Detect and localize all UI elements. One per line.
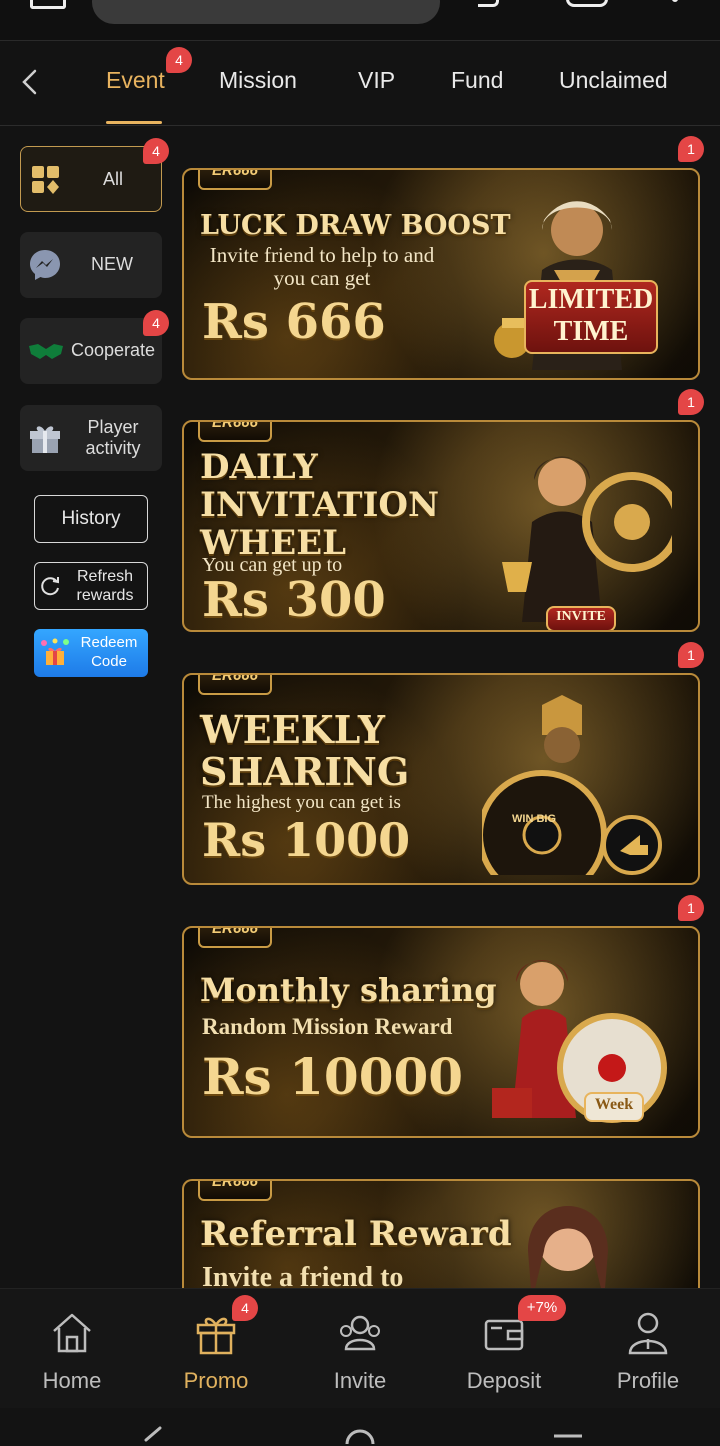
nav-invite[interactable]: Invite — [300, 1309, 420, 1394]
invite-icon — [340, 1315, 380, 1351]
system-back-icon[interactable] — [140, 1426, 164, 1446]
nav-label: Promo — [183, 1368, 249, 1393]
search-bar[interactable] — [92, 0, 440, 24]
gift-box-icon — [30, 426, 60, 453]
deposit-bonus-badge: +7% — [518, 1295, 566, 1321]
win-big-label: WIN BIG — [512, 813, 556, 825]
banner-title: Monthly sharing — [200, 971, 497, 1009]
event-banner-daily-wheel[interactable]: ER666 DAILY INVITATION WHEEL You can get… — [182, 420, 700, 632]
grid-apps-icon — [32, 166, 59, 194]
category-new[interactable]: NEW — [20, 232, 162, 298]
banner-subtitle: Invite friend to help to and you can get — [209, 243, 435, 291]
banner-subtitle: The highest you can get is — [202, 792, 401, 813]
banner-amount: Rs 1000 — [202, 813, 411, 867]
brand-logo: ER666 — [198, 170, 272, 190]
event-banner-weekly-sharing[interactable]: ER666 WEEKLY SHARING The highest you can… — [182, 673, 700, 885]
aviator-woman-illustration — [502, 456, 672, 622]
event-banner-monthly-sharing[interactable]: ER666 Monthly sharing Random Mission Rew… — [182, 926, 700, 1138]
banner-title: LUCK DRAW BOOST — [200, 210, 511, 241]
messenger-icon — [30, 250, 60, 280]
tab-vip[interactable]: VIP — [358, 67, 395, 94]
handshake-icon — [29, 344, 63, 359]
nav-home[interactable]: Home — [12, 1309, 132, 1394]
event-banner-referral[interactable]: ER666 Referral Reward Invite a friend to — [182, 1179, 700, 1289]
category-player-activity[interactable]: Player activity — [20, 405, 162, 471]
home-icon — [53, 1313, 91, 1353]
promo-badge: 4 — [232, 1295, 258, 1321]
menu-grid-icon[interactable] — [30, 0, 66, 9]
nav-profile[interactable]: Profile — [588, 1309, 708, 1394]
banner-title: Referral Reward — [200, 1214, 512, 1254]
brand-logo: ER666 — [198, 928, 272, 948]
active-tab-indicator — [106, 121, 162, 124]
category-label: Cooperate — [70, 340, 156, 360]
nav-label: Invite — [333, 1368, 387, 1393]
banner-title: WEEKLY SHARING — [200, 707, 410, 794]
tab-mission[interactable]: Mission — [219, 67, 297, 94]
banner-badge: 1 — [678, 389, 704, 415]
nav-promo[interactable]: Promo — [156, 1309, 276, 1394]
banner-amount: Rs 10000 — [202, 1047, 464, 1106]
tab-bar: Event 4 Mission VIP Fund Unclaimed — [0, 41, 720, 126]
banner-amount: Rs 666 — [202, 294, 386, 350]
banner-subtitle: Invite a friend to — [202, 1262, 404, 1289]
nav-label: Deposit — [466, 1368, 542, 1393]
search-icon[interactable] — [478, 0, 499, 7]
back-arrow-icon[interactable] — [18, 69, 44, 95]
week-calendar-tag: Week — [584, 1092, 644, 1122]
tab-unclaimed[interactable]: Unclaimed — [559, 67, 668, 94]
category-label: All — [102, 169, 123, 189]
category-cooperate[interactable]: Cooperate — [20, 318, 162, 384]
confetti-gift-icon — [41, 638, 69, 665]
top-bar — [0, 0, 720, 41]
tab-fund[interactable]: Fund — [451, 67, 503, 94]
banner-badge: 1 — [678, 642, 704, 668]
nav-label: Profile — [616, 1368, 680, 1393]
banner-badge: 1 — [678, 895, 704, 921]
banner-amount: Rs 300 — [202, 572, 386, 628]
warrior-wheel-illustration — [482, 695, 662, 875]
refresh-label: Refresh rewards — [76, 568, 134, 604]
invite-tag: INVITE — [546, 606, 616, 630]
message-icon[interactable] — [566, 0, 608, 7]
category-label: NEW — [91, 254, 133, 274]
tab-event-badge: 4 — [166, 47, 192, 73]
category-cooperate-badge: 4 — [143, 310, 169, 336]
system-navigation-bar — [0, 1408, 720, 1444]
nav-deposit[interactable]: Deposit — [444, 1309, 564, 1394]
banner-subtitle: Random Mission Reward — [202, 1014, 453, 1039]
brand-logo: ER666 — [198, 422, 272, 442]
history-button[interactable]: History — [34, 495, 148, 543]
category-all-badge: 4 — [143, 138, 169, 164]
woman-portrait-illustration — [528, 1206, 608, 1289]
banner-title: DAILY INVITATION WHEEL — [200, 447, 440, 563]
nav-label: Home — [42, 1368, 102, 1393]
refresh-icon — [41, 577, 59, 596]
system-home-icon[interactable] — [344, 1428, 376, 1444]
limited-time-tag: LIMITED TIME — [524, 280, 658, 354]
system-recents-icon[interactable] — [552, 1432, 584, 1440]
brand-logo: ER666 — [198, 1181, 272, 1201]
category-label: Player activity — [85, 417, 141, 458]
banner-badge: 1 — [678, 136, 704, 162]
bottom-navigation: Home Promo 4 Invite Deposit +7% Profile — [0, 1288, 720, 1409]
profile-icon — [628, 1312, 668, 1355]
redeem-code-button[interactable]: Redeem Code — [34, 629, 148, 677]
brand-logo: ER666 — [198, 675, 272, 695]
refresh-rewards-button[interactable]: Refresh rewards — [34, 562, 148, 610]
tab-event[interactable]: Event — [106, 67, 165, 94]
redeem-label: Redeem Code — [80, 634, 138, 670]
more-icon[interactable] — [672, 0, 678, 2]
event-banner-luck-draw[interactable]: ER666 LUCK DRAW BOOST Invite friend to h… — [182, 168, 700, 380]
category-all[interactable]: All — [20, 146, 162, 212]
